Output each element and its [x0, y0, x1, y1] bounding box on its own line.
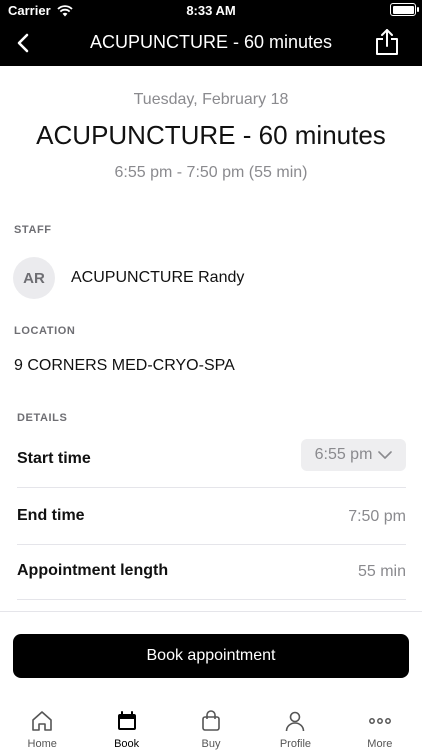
home-icon [32, 711, 53, 731]
appointment-length-value: 55 min [357, 563, 406, 580]
tab-profile-label: Profile [279, 738, 312, 750]
end-time-row: End time 7:50 pm [17, 489, 406, 545]
tab-profile[interactable]: Profile [253, 700, 337, 750]
calendar-icon [117, 711, 136, 730]
tab-home-label: Home [27, 738, 57, 750]
tab-buy-label: Buy [201, 738, 221, 750]
divider [0, 611, 422, 612]
end-time-value: 7:50 pm [348, 508, 406, 525]
nav-bar: ACUPUNCTURE - 60 minutes [0, 20, 422, 66]
end-time-label: End time [17, 507, 85, 524]
staff-name: ACUPUNCTURE Randy [71, 269, 245, 286]
shopping-bag-icon [202, 710, 220, 731]
tab-more-label: More [367, 738, 393, 750]
tab-bar: Home Book Buy Profile More [0, 700, 422, 750]
time-range: 6:55 pm - 7:50 pm (55 min) [114, 164, 308, 181]
status-time: 8:33 AM [186, 3, 236, 18]
share-icon[interactable] [374, 27, 400, 57]
chevron-left-icon[interactable] [10, 28, 40, 58]
start-time-picker[interactable]: 6:55 pm [301, 439, 406, 471]
appointment-length-label: Appointment length [17, 562, 169, 579]
tab-book[interactable]: Book [84, 700, 168, 750]
start-time-value: 6:55 pm [314, 446, 373, 463]
location-name: 9 CORNERS MED-CRYO-SPA [14, 357, 235, 374]
start-time-label: Start time [17, 450, 91, 467]
book-appointment-button[interactable]: Book appointment [13, 634, 409, 678]
staff-section-label: STAFF [14, 224, 52, 236]
tab-book-label: Book [114, 738, 140, 750]
tab-more[interactable]: More [338, 700, 422, 750]
tab-buy[interactable]: Buy [169, 700, 253, 750]
location-section-label: LOCATION [14, 325, 76, 337]
start-time-row: Start time 6:55 pm [17, 432, 406, 488]
profile-icon [286, 711, 305, 732]
appointment-date: Tuesday, February 18 [133, 91, 289, 108]
status-bar: Carrier 8:33 AM [0, 0, 422, 20]
battery-icon [390, 3, 419, 16]
nav-title: ACUPUNCTURE - 60 minutes [89, 32, 333, 52]
tab-home[interactable]: Home [0, 700, 84, 750]
details-section-label: DETAILS [17, 412, 68, 424]
avatar: AR [13, 257, 55, 299]
appointment-length-row: Appointment length 55 min [17, 544, 406, 600]
more-icon [368, 718, 391, 724]
service-title: ACUPUNCTURE - 60 minutes [36, 120, 386, 150]
chevron-down-icon [378, 451, 393, 459]
